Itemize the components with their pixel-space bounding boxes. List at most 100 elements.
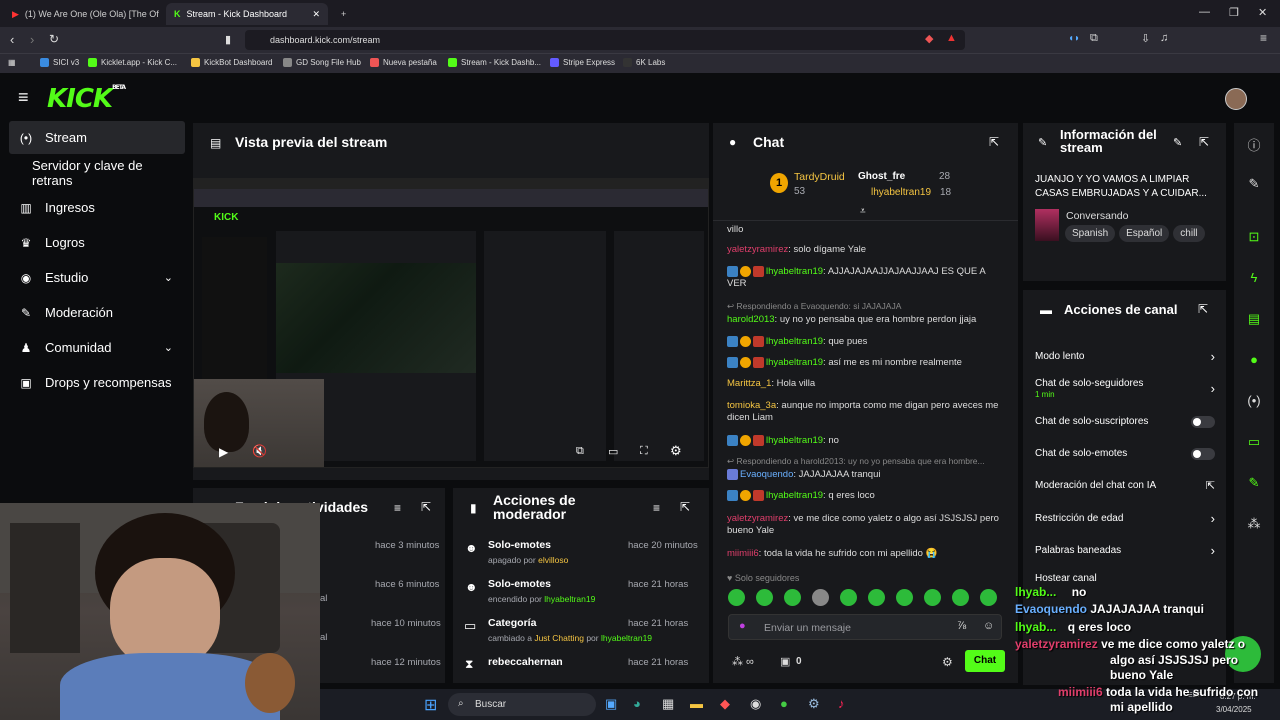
bookmark-icon[interactable]: ▮ [225,33,231,46]
tiktok-icon[interactable]: ♪ [838,696,845,711]
menu-icon[interactable]: ≡ [1260,31,1267,45]
bookmark-item[interactable]: SICI v3 [40,58,79,67]
chat-settings-icon[interactable]: ⚙ [942,655,953,669]
gifter-name[interactable]: lhyabeltran19 [871,187,931,198]
emote-icon[interactable] [784,589,801,606]
info-icon[interactable]: ⓘ [1245,135,1263,154]
steam-icon[interactable]: ⚙ [808,696,820,712]
channel-action-emotes-only[interactable]: Chat de solo-emotes [1035,448,1215,460]
channel-action-followers-only[interactable]: Chat de solo-seguidores 1 min › [1035,378,1215,400]
browser-tab-music[interactable]: ▶ (1) We Are One (Ole Ola) [The Of [4,3,164,25]
hamburger-menu-icon[interactable]: ≡ [18,87,29,108]
chat-username[interactable]: Evaoquendo [740,469,793,480]
sidebar-item-moderation[interactable]: ✎ Moderación [9,296,185,329]
bookmark-item[interactable]: KickBot Dashboard [191,58,272,67]
chat-username[interactable]: harold2013 [727,314,775,325]
chat-username[interactable]: Marittza_1 [727,378,771,389]
fullscreen-icon[interactable]: ⛶ [640,445,648,458]
top-gifter-name[interactable]: TardyDruid [794,171,845,183]
edge-icon[interactable]: ◕ [633,696,641,711]
layout-icon[interactable]: ▭ [1245,434,1263,450]
broadcast-icon[interactable]: (•) [1245,393,1263,408]
whatsapp-icon[interactable]: ● [780,696,788,711]
channel-action-subs-only[interactable]: Chat de solo-suscriptores [1035,416,1215,428]
bookmark-item[interactable]: Nueva pestaña [370,58,437,67]
username-link[interactable]: elvilloso [538,555,568,565]
sidebar-item-income[interactable]: ▥ Ingresos [9,191,185,224]
chat-input[interactable]: ● Enviar un mensaje ⅞ ☺ [728,614,1002,640]
close-window-icon[interactable]: ✕ [1258,6,1267,19]
pip-icon[interactable]: ⧉ [576,445,584,458]
gifter-name[interactable]: Ghost_fre [858,171,905,182]
filter-icon[interactable]: ≡ [653,501,660,515]
brave-icon[interactable]: ◆ [720,696,730,712]
sidebar-item-server-key[interactable]: Servidor y clave de retrans [9,156,185,189]
channel-action-host[interactable]: Hostear canal [1035,573,1105,584]
forward-icon[interactable]: › [30,32,34,47]
subs-only-toggle[interactable] [1191,416,1215,428]
bookmark-item[interactable]: GD Song File Hub [283,58,361,67]
close-tab-icon[interactable]: ✕ [312,9,320,20]
wrench-icon[interactable]: ✎ [1245,475,1263,491]
back-icon[interactable]: ‹ [10,32,14,47]
chat-username[interactable]: lhyabeltran19 [766,490,823,501]
brave-rewards-icon[interactable]: ▲ [946,32,957,44]
brave-shield-icon[interactable]: ◆ [925,32,933,45]
emote-icon[interactable] [812,589,829,606]
mic-icon[interactable]: ● [739,620,746,632]
extensions-icon[interactable]: ⧉ [1090,32,1098,45]
mute-icon[interactable]: 🔇 [252,444,267,458]
maximize-icon[interactable]: ❐ [1229,6,1239,19]
obs-icon[interactable]: ◉ [750,696,761,712]
chat-bubble-icon[interactable]: ● [1245,352,1263,367]
edit-icon[interactable]: ✎ [1245,176,1263,192]
store-icon[interactable]: ▦ [662,696,674,712]
popout-icon[interactable]: ⇱ [680,500,690,514]
minimize-icon[interactable]: — [1199,6,1210,18]
emote-icon[interactable] [840,589,857,606]
windows-start-icon[interactable]: ⊞ [424,695,437,715]
username-link[interactable]: lhyabeltran19 [544,594,595,604]
emote-icon[interactable] [896,589,913,606]
bookmark-item[interactable]: Stream - Kick Dashb... [448,58,541,67]
quick-emote-icon[interactable]: ⅞ [957,620,966,632]
username-link[interactable]: lhyabeltran19 [601,633,652,643]
chat-username[interactable]: yaletzyramirez [727,244,788,255]
gift-icon[interactable]: ▣ [780,655,790,668]
community-icon[interactable]: ⁂ [1245,516,1263,532]
emotes-only-toggle[interactable] [1191,448,1215,460]
leo-icon[interactable]: ◖◗ [1068,33,1080,44]
expand-leaderboard-icon[interactable]: ⩡ [860,206,866,217]
popout-icon[interactable]: ⇱ [989,135,999,149]
emoji-icon[interactable]: ☺ [983,620,994,632]
emote-icon[interactable] [980,589,997,606]
channel-action-age-restriction[interactable]: Restricción de edad › [1035,511,1215,526]
media-icon[interactable]: ♫ [1160,32,1168,44]
bookmark-item[interactable]: Kicklet.app - Kick C... [88,58,177,67]
taskbar-search[interactable]: ⌕ Buscar [448,693,596,716]
emote-icon[interactable] [924,589,941,606]
popout-icon[interactable]: ⇱ [1199,135,1209,149]
browser-tab-kick[interactable]: K Stream - Kick Dashboard ✕ [166,3,328,25]
bookmark-item[interactable]: Stripe Express [550,58,615,67]
channel-action-slow-mode[interactable]: Modo lento › [1035,349,1215,364]
scan-icon[interactable]: ⊡ [1245,229,1263,245]
chat-username[interactable]: lhyabeltran19 [766,266,823,277]
theater-icon[interactable]: ▭ [608,445,618,458]
chat-username[interactable]: lhyabeltran19 [766,357,823,368]
app-icon[interactable]: ▣ [605,696,617,712]
emote-icon[interactable] [728,589,745,606]
channel-action-ai-moderation[interactable]: Moderación del chat con IA ⇱ [1035,480,1215,492]
popout-icon[interactable]: ⇱ [1198,302,1208,316]
sidebar-item-community[interactable]: ♟ Comunidad ⌄ [9,331,185,364]
chat-username[interactable]: yaletzyramirez [727,513,788,524]
avatar[interactable] [1225,88,1247,110]
document-icon[interactable]: ▤ [1245,311,1263,327]
bolt-icon[interactable]: ϟ [1245,270,1263,285]
download-icon[interactable]: ⇩ [1141,32,1150,45]
stats-icon[interactable]: ⁂ ∞ [732,655,754,668]
stream-preview-video[interactable]: KICK ▶ 🔇 ⧉ ▭ ⛶ ⚙ [193,178,709,468]
filter-icon[interactable]: ≡ [394,501,401,515]
chat-username[interactable]: miimiii6 [727,548,759,559]
send-chat-button[interactable]: Chat [965,650,1005,672]
